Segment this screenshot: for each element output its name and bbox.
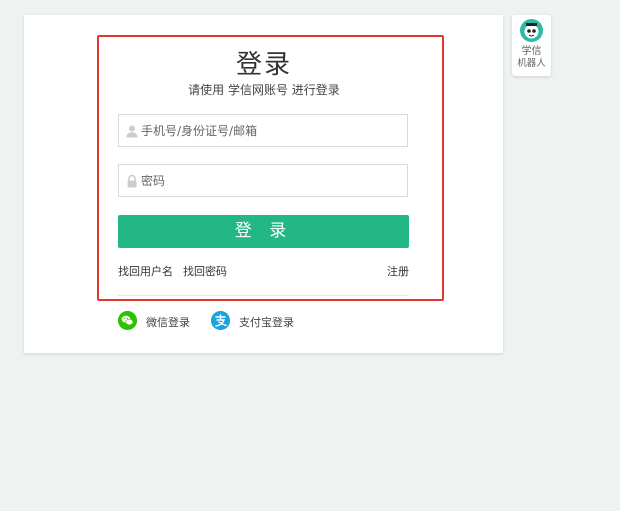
login-subtitle: 请使用 学信网账号 进行登录 [188,83,340,97]
username-input[interactable] [141,115,401,146]
username-field[interactable] [118,114,408,147]
wechat-login-label: 微信登录 [146,316,190,329]
robot-label-line2: 机器人 [517,58,546,69]
password-field[interactable] [118,164,408,197]
page: 登录 请使用 学信网账号 进行登录 登 录 找回用户名 找回密码 注册 微信登录 [0,0,620,511]
divider [118,295,409,296]
wechat-icon [118,311,137,330]
lock-icon [127,174,137,188]
find-password-link[interactable]: 找回密码 [183,263,227,279]
alipay-icon [211,311,230,330]
register-link[interactable]: 注册 [387,263,409,279]
password-input[interactable] [141,165,401,196]
robot-avatar-icon [520,19,543,42]
robot-label-line1: 学信 [521,46,542,57]
user-icon [126,125,138,138]
page-title: 登录 [235,50,292,80]
robot-assistant[interactable]: 学信 机器人 [512,15,551,76]
find-username-link[interactable]: 找回用户名 [118,263,173,279]
login-button[interactable]: 登 录 [118,215,409,248]
account-links: 找回用户名 找回密码 注册 [118,263,409,279]
alipay-login-label: 支付宝登录 [239,316,294,329]
